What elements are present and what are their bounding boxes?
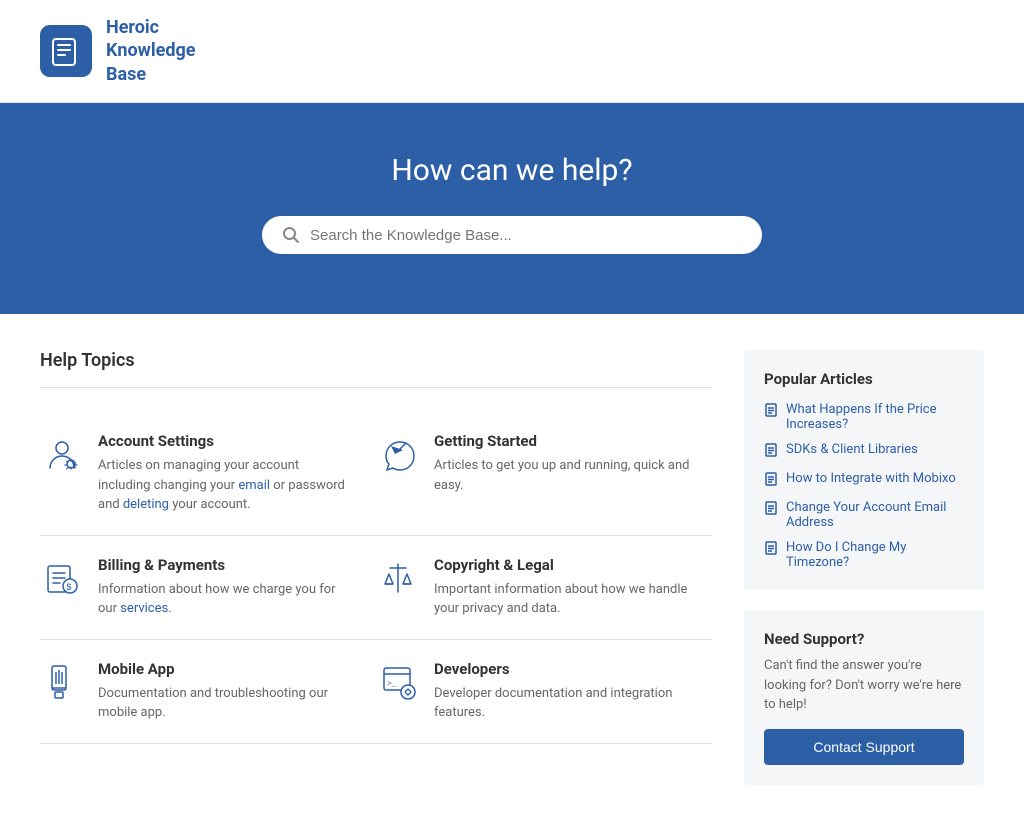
contact-support-button[interactable]: Contact Support [764,729,964,765]
help-topics-section: Help Topics Account Settings Articles on… [40,350,712,785]
account-settings-text: Account Settings Articles on managing yo… [98,432,346,515]
popular-articles-box: Popular Articles What Happens If the Pri… [744,350,984,590]
topics-grid: Account Settings Articles on managing yo… [40,412,712,744]
topic-mobile[interactable]: Mobile App Documentation and troubleshoo… [40,640,376,744]
article-icon [764,541,778,559]
topic-getting-started[interactable]: Getting Started Articles to get you up a… [376,412,712,536]
support-description: Can't find the answer you're looking for… [764,656,964,715]
topic-legal[interactable]: Copyright & Legal Important information … [376,536,712,640]
hero-section: How can we help? [0,103,1024,314]
email-link[interactable]: email [238,478,270,493]
help-topics-title: Help Topics [40,350,712,371]
billing-text: Billing & Payments Information about how… [98,556,346,619]
getting-started-text: Getting Started Articles to get you up a… [434,432,696,495]
article-icon [764,472,778,490]
svg-text:$: $ [67,582,72,592]
mobile-text: Mobile App Documentation and troubleshoo… [98,660,346,723]
logo-icon [50,35,82,67]
article-item[interactable]: How to Integrate with Mobixo [764,471,964,490]
article-icon [764,403,778,421]
article-icon [764,501,778,519]
support-title: Need Support? [764,630,964,648]
popular-articles-title: Popular Articles [764,370,964,388]
article-list: What Happens If the Price Increases? SDK… [764,402,964,570]
article-item[interactable]: Change Your Account Email Address [764,500,964,530]
article-icon [764,443,778,461]
getting-started-icon [376,432,420,476]
developers-text: Developers Developer documentation and i… [434,660,696,723]
deleting-link[interactable]: deleting [123,497,169,512]
article-item[interactable]: What Happens If the Price Increases? [764,402,964,432]
main-content: Help Topics Account Settings Articles on… [0,314,1024,821]
billing-icon: $ [40,556,84,600]
search-bar [262,216,762,254]
article-item[interactable]: How Do I Change My Timezone? [764,540,964,570]
article-item[interactable]: SDKs & Client Libraries [764,442,964,461]
logo[interactable] [40,25,92,77]
topics-divider [40,387,712,388]
sidebar: Popular Articles What Happens If the Pri… [744,350,984,785]
legal-text: Copyright & Legal Important information … [434,556,696,619]
mobile-icon [40,660,84,704]
search-input[interactable] [310,227,742,244]
hero-title: How can we help? [40,153,984,188]
brand-name: Heroic Knowledge Base [106,16,195,86]
account-settings-icon [40,432,84,476]
svg-text:>_: >_ [387,680,397,689]
need-support-box: Need Support? Can't find the answer you'… [744,610,984,785]
legal-icon [376,556,420,600]
search-icon [282,226,300,244]
developers-icon: >_ [376,660,420,704]
site-header: Heroic Knowledge Base [0,0,1024,103]
topic-account-settings[interactable]: Account Settings Articles on managing yo… [40,412,376,536]
services-link[interactable]: services [120,601,168,616]
topic-developers[interactable]: >_ Developers Developer documentation an… [376,640,712,744]
topic-billing[interactable]: $ Billing & Payments Information about h… [40,536,376,640]
